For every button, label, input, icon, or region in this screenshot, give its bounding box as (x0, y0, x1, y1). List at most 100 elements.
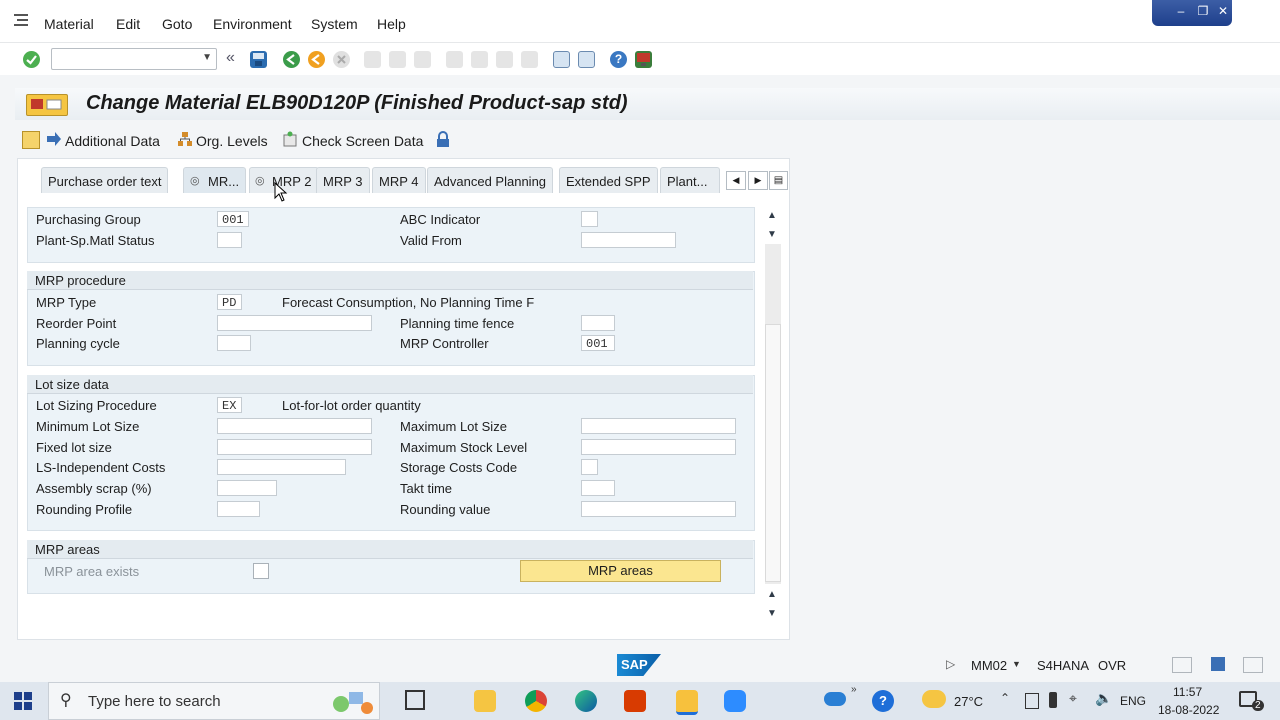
back-double-icon[interactable]: « (226, 49, 235, 67)
mrp-type-field[interactable]: PD (217, 294, 242, 310)
tab-mrp-4[interactable]: MRP 4 (372, 167, 426, 193)
clock-date[interactable]: 18-08-2022 (1158, 703, 1219, 717)
exit-icon[interactable] (308, 51, 325, 68)
tab-purchase-order-text[interactable]: Purchase order text (41, 167, 169, 193)
planning-cycle-field[interactable] (217, 335, 251, 351)
mrp-areas-button[interactable]: MRP areas (520, 560, 721, 582)
rounding-profile-field[interactable] (217, 501, 260, 517)
wifi-icon[interactable]: ⌖ (1069, 690, 1077, 707)
close-icon[interactable]: ✕ (1214, 3, 1232, 20)
lot-sizing-procedure-label: Lot Sizing Procedure (36, 398, 157, 413)
org-levels-button[interactable]: Org. Levels (196, 133, 268, 149)
ls-independent-costs-field[interactable] (217, 459, 346, 475)
command-dropdown-icon[interactable]: ▼ (202, 52, 212, 63)
scroll-down-bottom-icon[interactable]: ▼ (766, 608, 778, 619)
task-view-icon[interactable] (405, 690, 425, 710)
customize-layout-icon[interactable] (635, 51, 652, 68)
menu-environment[interactable]: Environment (213, 16, 292, 32)
fixed-lot-size-label: Fixed lot size (36, 440, 112, 455)
minimize-icon[interactable]: – (1172, 3, 1190, 20)
menu-icon[interactable] (14, 13, 30, 27)
mrp-controller-field[interactable]: 001 (581, 335, 615, 351)
status-expand-icon[interactable]: ▷ (946, 657, 955, 671)
planning-time-fence-field[interactable] (581, 315, 615, 331)
storage-costs-code-field[interactable] (581, 459, 598, 475)
tab-mrp-3[interactable]: MRP 3 (316, 167, 370, 193)
status-settings-icon[interactable] (1243, 657, 1263, 673)
edge-icon[interactable] (575, 690, 597, 712)
tab-advanced-planning[interactable]: Advanced Planning (427, 167, 554, 193)
clock-time[interactable]: 11:57 (1173, 685, 1202, 699)
scroll-up-icon[interactable]: ▲ (766, 210, 778, 221)
next-page-icon[interactable] (496, 51, 513, 68)
plant-sp-matl-status-field[interactable] (217, 232, 242, 248)
abc-indicator-field[interactable] (581, 211, 598, 227)
menu-system[interactable]: System (311, 16, 358, 32)
maximum-stock-level-field[interactable] (581, 439, 736, 455)
cancel-icon[interactable] (333, 51, 350, 68)
language-indicator[interactable]: ENG (1120, 694, 1146, 708)
first-page-icon[interactable] (446, 51, 463, 68)
shortcut-icon[interactable] (578, 51, 595, 68)
new-entries-icon[interactable] (22, 131, 40, 149)
onedrive-icon[interactable] (824, 692, 846, 706)
valid-from-field[interactable] (581, 232, 676, 248)
scrollbar-thumb[interactable] (765, 324, 781, 582)
network-icon[interactable] (1025, 693, 1039, 709)
scroll-up-bottom-icon[interactable]: ▲ (766, 589, 778, 600)
tray-expand-icon[interactable]: » (851, 684, 857, 695)
help-icon[interactable]: ? (610, 51, 627, 68)
create-session-icon[interactable] (553, 51, 570, 68)
fixed-lot-size-field[interactable] (217, 439, 372, 455)
additional-data-button[interactable]: Additional Data (65, 133, 160, 149)
minimum-lot-size-field[interactable] (217, 418, 372, 434)
menu-edit[interactable]: Edit (116, 16, 140, 32)
help-tray-icon[interactable]: ? (872, 690, 894, 712)
tray-chevron-icon[interactable]: ⌃ (1000, 691, 1010, 705)
menu-material[interactable]: Material (44, 16, 94, 32)
transaction-dropdown-icon[interactable]: ▼ (1012, 659, 1021, 669)
status-layout-icon[interactable] (1172, 657, 1192, 673)
save-icon[interactable] (250, 51, 267, 68)
material-icon (26, 94, 68, 116)
menu-goto[interactable]: Goto (162, 16, 192, 32)
maximum-lot-size-field[interactable] (581, 418, 736, 434)
purchasing-group-field[interactable]: 001 (217, 211, 249, 227)
tab-mrp-1[interactable]: ◎ MR... (183, 167, 247, 193)
back-icon[interactable] (283, 51, 300, 68)
chrome-icon[interactable] (525, 690, 547, 712)
lot-sizing-procedure-field[interactable]: EX (217, 397, 242, 413)
windows-start-icon[interactable] (14, 692, 32, 710)
rounding-value-field[interactable] (581, 501, 736, 517)
mrp-area-exists-checkbox[interactable] (253, 563, 269, 579)
find-next-icon[interactable] (414, 51, 431, 68)
zoom-icon[interactable] (724, 690, 746, 712)
mouse-cursor-icon (274, 181, 288, 205)
lock-icon[interactable] (435, 131, 451, 148)
find-icon[interactable] (389, 51, 406, 68)
enter-icon[interactable] (23, 51, 40, 68)
assembly-scrap-field[interactable] (217, 480, 277, 496)
maximize-icon[interactable]: ❐ (1194, 3, 1212, 20)
rounding-value-label: Rounding value (400, 502, 491, 517)
command-field[interactable]: ▼ (51, 48, 217, 70)
volume-icon[interactable]: 🔈 (1095, 690, 1112, 707)
sap-logon-icon[interactable] (676, 690, 698, 715)
reorder-point-field[interactable] (217, 315, 372, 331)
file-explorer-icon[interactable] (474, 690, 496, 712)
print-icon[interactable] (364, 51, 381, 68)
prev-page-icon[interactable] (471, 51, 488, 68)
tab-extended-spp[interactable]: Extended SPP (559, 167, 658, 193)
tab-plant[interactable]: Plant... (660, 167, 720, 193)
scroll-down-icon[interactable]: ▼ (766, 229, 778, 240)
office-icon[interactable] (624, 690, 646, 712)
last-page-icon[interactable] (521, 51, 538, 68)
takt-time-field[interactable] (581, 480, 615, 496)
check-screen-data-button[interactable]: Check Screen Data (302, 133, 423, 149)
tab-list-icon[interactable]: ▤ (769, 171, 788, 190)
tab-scroll-left-icon[interactable]: ◀ (726, 171, 746, 190)
battery-icon[interactable] (1049, 692, 1057, 708)
status-lock-icon[interactable] (1211, 657, 1225, 671)
menu-help[interactable]: Help (377, 16, 406, 32)
tab-scroll-right-icon[interactable]: ▶ (748, 171, 768, 190)
